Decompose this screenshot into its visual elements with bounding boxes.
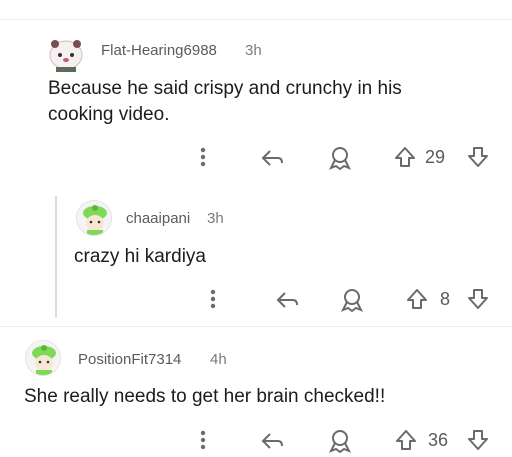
vote-count: 8 — [440, 289, 451, 309]
green-hat-avatar[interactable] — [76, 200, 112, 236]
partial-award-icon[interactable] — [330, 0, 352, 8]
upvote-arrow-icon[interactable] — [404, 286, 430, 312]
downvote-arrow-icon[interactable] — [465, 144, 491, 170]
downvote-arrow-icon[interactable] — [465, 427, 491, 453]
green-hat-avatar[interactable] — [25, 340, 61, 376]
award-icon[interactable] — [325, 426, 355, 454]
comment-divider — [0, 326, 512, 327]
comment-username[interactable]: Flat-Hearing6988 — [101, 42, 217, 59]
top-divider — [0, 19, 512, 20]
comment-timestamp: 4h — [210, 351, 227, 368]
reply-arrow-icon[interactable] — [272, 288, 302, 312]
upvote-arrow-icon[interactable] — [393, 427, 419, 453]
reply-arrow-icon[interactable] — [257, 429, 287, 453]
comment-timestamp: 3h — [245, 42, 262, 59]
comment-body: Because he said crispy and crunchy in hi… — [48, 78, 402, 125]
more-vertical-icon[interactable] — [193, 145, 213, 169]
award-icon[interactable] — [325, 143, 355, 171]
more-vertical-icon[interactable] — [193, 428, 213, 452]
comment-username[interactable]: chaaipani — [126, 210, 190, 227]
comment-timestamp: 3h — [207, 210, 224, 227]
comment-username[interactable]: PositionFit7314 — [78, 351, 181, 368]
reply-arrow-icon[interactable] — [257, 146, 287, 170]
upvote-arrow-icon[interactable] — [392, 144, 418, 170]
comment-body: She really needs to get her brain checke… — [24, 386, 386, 407]
more-vertical-icon[interactable] — [203, 287, 223, 311]
panda-avatar[interactable] — [48, 35, 84, 73]
comment-body: crazy hi kardiya — [74, 246, 206, 267]
thread-line — [55, 196, 57, 318]
vote-count: 36 — [428, 430, 449, 450]
award-icon[interactable] — [337, 285, 367, 313]
vote-count: 29 — [425, 147, 446, 167]
partial-downvote-icon[interactable] — [468, 0, 490, 6]
downvote-arrow-icon[interactable] — [465, 286, 491, 312]
